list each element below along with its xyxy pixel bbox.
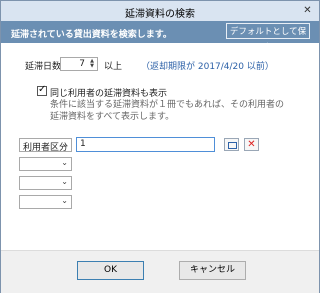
same-user-description-line2: 延滞資料をすべて表示します。 [50, 112, 175, 122]
dialog-content: 延滞日数 7 ▲ ▼ 以上 （返却期限が 2017/4/20 以前） ✓ 同じ利… [1, 43, 319, 250]
condition-field-select-4[interactable]: ⌄ [19, 195, 72, 209]
header-text: 延滞されている貸出資料を検索します。 [11, 30, 172, 40]
condition-field-select-1[interactable]: 利用者区分 ⌄ [19, 138, 72, 153]
list-select-icon [228, 142, 237, 149]
condition-value-input-1[interactable]: 1 [76, 137, 215, 152]
window-title: 延滞資料の検索 [125, 9, 195, 20]
same-user-description-line1: 条件に該当する延滞資料が１冊でもあれば、その利用者の [50, 100, 285, 110]
return-date-note: （返却期限が 2017/4/20 以前） [141, 62, 274, 72]
chevron-down-icon: ⌄ [61, 158, 68, 167]
overdue-days-label: 延滞日数 [25, 62, 62, 72]
save-as-default-button[interactable]: デフォルトとして保存 [226, 23, 310, 53]
chevron-down-icon: ⌄ [61, 196, 68, 205]
overdue-days-stepper[interactable]: 7 ▲ ▼ [60, 57, 98, 71]
overdue-days-suffix: 以上 [104, 62, 123, 72]
same-user-checkbox[interactable]: ✓ [37, 84, 47, 96]
cancel-button[interactable]: キャンセル [179, 261, 246, 280]
search-overdue-dialog: 延滞資料の検索 ✕ 延滞されている貸出資料を検索します。 デフォルトとして保存 … [0, 0, 320, 293]
chevron-down-icon: ⌄ [61, 139, 68, 148]
clear-button[interactable]: ✕ [244, 138, 259, 151]
header-bar: 延滞されている貸出資料を検索します。 デフォルトとして保存 [1, 21, 319, 53]
check-icon: ✓ [38, 84, 47, 95]
condition-field-select-3[interactable]: ⌄ [19, 176, 72, 190]
dialog-footer: OK キャンセル [1, 250, 319, 293]
condition-field-select-2[interactable]: ⌄ [19, 157, 72, 171]
spinner-down-icon[interactable]: ▼ [88, 64, 96, 69]
title-bar: 延滞資料の検索 ✕ [1, 1, 319, 22]
days-spinner[interactable]: ▲ ▼ [88, 59, 96, 69]
condition-value-text: 1 [80, 139, 86, 149]
lookup-button[interactable] [224, 138, 239, 151]
overdue-days-value: 7 [79, 59, 85, 69]
ok-button[interactable]: OK [77, 261, 144, 280]
chevron-down-icon: ⌄ [61, 177, 68, 186]
same-user-label: 同じ利用者の延滞資料も表示 [50, 89, 168, 99]
close-icon[interactable]: ✕ [301, 4, 314, 17]
